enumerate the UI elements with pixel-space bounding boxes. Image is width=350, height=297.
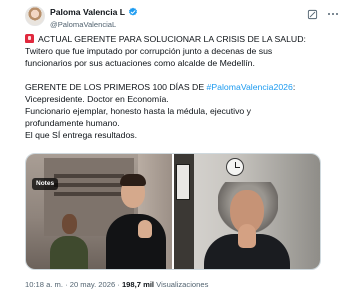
tweet-line-6: Vicepresidente. Doctor en Economía.	[25, 94, 169, 104]
background-person-body	[50, 236, 88, 269]
tweet-line-7: Funcionario ejemplar, honesto hasta la m…	[25, 106, 252, 116]
tweet-media: Notes	[25, 153, 321, 270]
meta-separator-1: ·	[63, 280, 70, 289]
views-label: Visualizaciones	[154, 280, 209, 289]
author-info: Paloma Valencia L @PalomaValenciaL	[50, 6, 138, 29]
hashtag-link[interactable]: #PalomaValencia2026	[207, 82, 293, 92]
picture-frame	[176, 164, 190, 200]
tweet-meta: 10:18 a. m. · 20 may. 2026 · 198,7 mil V…	[25, 280, 208, 289]
tweet-text: ACTUAL GERENTE PARA SOLUCIONAR LA CRISIS…	[25, 33, 325, 141]
tweet-line-5-colon: :	[292, 82, 296, 92]
views-count[interactable]: 198,7 mil	[122, 280, 154, 289]
background-person-head	[62, 214, 77, 234]
photo-2[interactable]	[174, 154, 320, 269]
tweet-line-5-text: GERENTE DE LOS PRIMEROS 100 DÍAS DE	[25, 82, 207, 92]
tweet-line-1: ACTUAL GERENTE PARA SOLUCIONAR LA CRISIS…	[25, 33, 325, 45]
tweet-line-1-text: ACTUAL GERENTE PARA SOLUCIONAR LA CRISIS…	[37, 34, 306, 44]
man-in-suit-hair	[120, 174, 146, 186]
wall-clock	[226, 158, 244, 176]
notes-badge[interactable]: Notes	[32, 178, 59, 190]
verified-badge-icon[interactable]	[128, 7, 138, 17]
user-handle[interactable]: @PalomaValenciaL	[50, 20, 138, 29]
building-sign	[54, 174, 124, 200]
clasped-hands	[238, 224, 256, 248]
tweet-time[interactable]: 10:18 a. m.	[25, 280, 63, 289]
tweet-line-3: funcionarios por sus actuaciones como al…	[25, 58, 255, 68]
man-in-suit-body	[106, 214, 166, 269]
tweet-line-8: profundamente humano.	[25, 118, 120, 128]
grok-icon[interactable]	[305, 7, 319, 21]
more-options-icon[interactable]	[325, 7, 341, 21]
avatar[interactable]	[25, 6, 45, 26]
tweet-line-5: GERENTE DE LOS PRIMEROS 100 DÍAS DE #Pal…	[25, 81, 325, 93]
tweet-header: Paloma Valencia L @PalomaValenciaL	[25, 4, 345, 30]
tweet-line-9: El que SÍ entrega resultados.	[25, 130, 138, 140]
praying-hands	[138, 220, 152, 238]
tweet-line-2: Twitero que fue imputado por corrupción …	[25, 46, 273, 56]
tweet-date[interactable]: 20 may. 2026	[70, 280, 115, 289]
photo-1[interactable]: Notes	[26, 154, 172, 269]
meta-separator-2: ·	[115, 280, 122, 289]
rotating-light-emoji-icon	[25, 34, 34, 43]
display-name[interactable]: Paloma Valencia L	[50, 7, 125, 17]
display-name-row: Paloma Valencia L	[50, 6, 138, 18]
